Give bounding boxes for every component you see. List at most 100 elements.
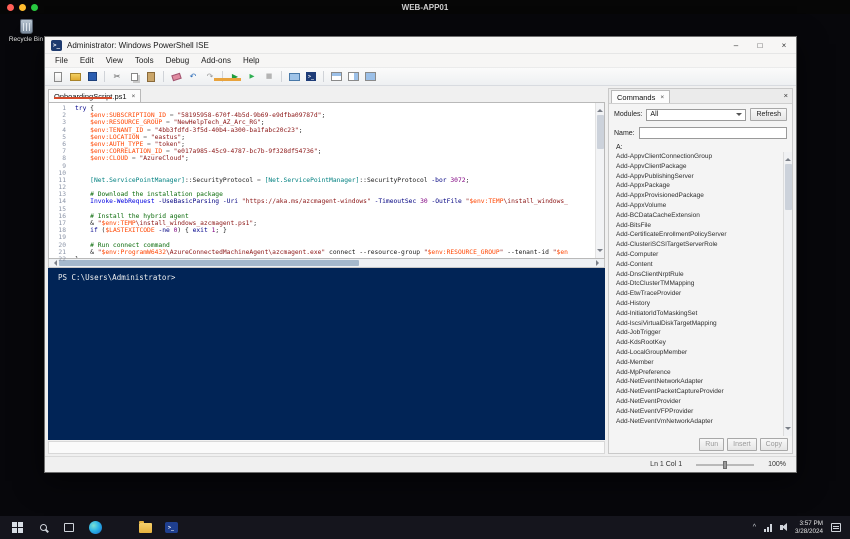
command-item[interactable]: Add-Computer <box>616 250 783 260</box>
recycle-bin[interactable]: Recycle Bin <box>8 19 44 43</box>
start-button[interactable] <box>4 516 30 539</box>
command-item[interactable]: Add-NetEventVFPProvider <box>616 407 783 417</box>
volume-icon[interactable] <box>779 523 787 531</box>
copy-icon[interactable] <box>126 70 142 84</box>
run-button[interactable]: Run <box>699 438 725 451</box>
cut-icon[interactable]: ✂ <box>109 70 125 84</box>
modules-dropdown[interactable]: All <box>646 108 747 121</box>
maximize-icon[interactable]: □ <box>748 37 772 53</box>
redo-icon[interactable]: ↷ <box>202 70 218 84</box>
taskbar-search-button[interactable] <box>30 516 56 539</box>
scroll-down-icon[interactable] <box>597 249 603 255</box>
command-item[interactable]: Add-History <box>616 299 783 309</box>
close-icon[interactable]: × <box>772 37 796 53</box>
scrollbar-thumb[interactable] <box>784 164 792 210</box>
tab-close-icon[interactable]: × <box>132 93 136 100</box>
command-item[interactable]: Add-AppvClientPackage <box>616 162 783 172</box>
run-script-icon[interactable]: ▶ <box>227 70 243 84</box>
host-close-button[interactable] <box>7 3 14 11</box>
clear-console-icon[interactable] <box>168 70 184 84</box>
command-item[interactable]: Add-IscsiVirtualDiskTargetMapping <box>616 319 783 329</box>
editor-vertical-scrollbar[interactable] <box>595 103 604 258</box>
taskbar-powershell-ise-button[interactable]: >_ <box>158 516 184 539</box>
taskbar-edge-button[interactable] <box>82 516 108 539</box>
console-pane[interactable]: PS C:\Users\Administrator> <box>48 268 605 440</box>
refresh-button[interactable]: Refresh <box>750 108 787 121</box>
zoom-slider[interactable] <box>696 460 755 469</box>
task-view-button[interactable] <box>56 516 82 539</box>
scroll-down-icon[interactable] <box>785 427 791 433</box>
new-remote-powershell-tab-icon[interactable] <box>286 70 302 84</box>
scrollbar-thumb[interactable] <box>59 260 359 266</box>
taskbar-clock[interactable]: 3:57 PM 3/28/2024 <box>795 520 823 535</box>
command-item[interactable]: Add-ClusteriSCSITargetServerRole <box>616 240 783 250</box>
command-item[interactable]: Add-NetEventNetworkAdapter <box>616 377 783 387</box>
show-script-pane-top-icon[interactable] <box>328 70 344 84</box>
command-item[interactable]: Add-CertificateEnrollmentPolicyServer <box>616 230 783 240</box>
command-item[interactable]: Add-DnsClientNrptRule <box>616 270 783 280</box>
command-item[interactable]: Add-LocalGroupMember <box>616 348 783 358</box>
open-script-icon[interactable] <box>67 70 83 84</box>
tab-onboardingscript[interactable]: OnboardingScript.ps1 × <box>48 89 142 102</box>
scrollbar-thumb[interactable] <box>596 115 604 149</box>
save-script-icon[interactable] <box>84 70 100 84</box>
insert-button[interactable]: Insert <box>727 438 757 451</box>
menu-tools[interactable]: Tools <box>129 56 160 65</box>
command-item[interactable]: Add-BitsFile <box>616 221 783 231</box>
scroll-up-icon[interactable] <box>785 155 791 161</box>
command-item[interactable]: Add-KdsRootKey <box>616 338 783 348</box>
menu-debug[interactable]: Debug <box>160 56 196 65</box>
name-filter-input[interactable] <box>638 127 787 139</box>
scroll-up-icon[interactable] <box>597 106 603 112</box>
tab-commands[interactable]: Commands × <box>611 90 671 103</box>
menu-edit[interactable]: Edit <box>74 56 100 65</box>
commands-scrollbar[interactable] <box>783 152 792 436</box>
run-selection-icon[interactable]: ▶ <box>244 70 260 84</box>
command-item[interactable]: Add-MpPreference <box>616 368 783 378</box>
command-item[interactable]: Add-Member <box>616 358 783 368</box>
command-item[interactable]: Add-NetEventProvider <box>616 397 783 407</box>
copy-button[interactable]: Copy <box>759 438 788 451</box>
search-icon <box>39 524 47 531</box>
command-item[interactable]: Add-EtwTraceProvider <box>616 289 783 299</box>
commands-tab-close-icon[interactable]: × <box>660 94 664 101</box>
command-item[interactable]: Add-AppvClientConnectionGroup <box>616 152 783 162</box>
command-item[interactable]: Add-DtcClusterTMMapping <box>616 279 783 289</box>
show-script-pane-right-icon[interactable] <box>345 70 361 84</box>
menu-addons[interactable]: Add-ons <box>195 56 237 65</box>
command-item[interactable]: Add-AppvPublishingServer <box>616 172 783 182</box>
pane-close-icon[interactable]: × <box>784 91 788 100</box>
new-script-icon[interactable] <box>50 70 66 84</box>
menu-help[interactable]: Help <box>237 56 265 65</box>
script-editor[interactable]: 1 2 3 4 5 6 7 8 9 10 11 12 13 14 15 16 17 18 19 20 21 22 try … <box>48 102 605 263</box>
menu-view[interactable]: View <box>100 56 129 65</box>
command-item[interactable]: Add-NetEventVmNetworkAdapter <box>616 417 783 427</box>
hidden-icons-chevron-icon[interactable]: ^ <box>753 524 756 531</box>
menu-file[interactable]: File <box>49 56 74 65</box>
host-zoom-button[interactable] <box>31 3 38 11</box>
code-lines[interactable]: try { $env:SUBSCRIPTION_ID = "58195958-6… <box>70 103 595 258</box>
scroll-right-icon[interactable] <box>596 260 602 266</box>
command-item[interactable]: Add-InitiatorIdToMaskingSet <box>616 309 783 319</box>
command-item[interactable]: Add-BCDataCacheExtension <box>616 211 783 221</box>
notification-center-icon[interactable] <box>831 523 841 532</box>
window-titlebar[interactable]: >_ Administrator: Windows PowerShell ISE… <box>45 37 796 54</box>
undo-icon[interactable]: ↶ <box>185 70 201 84</box>
zoom-slider-thumb[interactable] <box>722 460 727 469</box>
command-item[interactable]: Add-AppxPackage <box>616 181 783 191</box>
command-item[interactable]: Add-JobTrigger <box>616 328 783 338</box>
stop-operation-icon[interactable]: ■ <box>261 70 277 84</box>
command-item[interactable]: Add-AppxVolume <box>616 201 783 211</box>
host-minimize-button[interactable] <box>19 3 26 11</box>
taskbar-file-explorer-button[interactable] <box>132 516 158 539</box>
command-item[interactable]: Add-Content <box>616 260 783 270</box>
network-icon[interactable] <box>763 523 772 532</box>
start-powershell-icon[interactable]: >_ <box>303 70 319 84</box>
command-item[interactable]: Add-AppxProvisionedPackage <box>616 191 783 201</box>
command-item[interactable]: Add-NetEventPacketCaptureProvider <box>616 387 783 397</box>
paste-icon[interactable] <box>143 70 159 84</box>
editor-horizontal-scrollbar[interactable] <box>48 259 605 268</box>
command-list[interactable]: Add-AppvClientConnectionGroup Add-AppvCli… <box>609 152 783 436</box>
show-script-pane-maximized-icon[interactable] <box>362 70 378 84</box>
minimize-icon[interactable]: – <box>724 37 748 53</box>
